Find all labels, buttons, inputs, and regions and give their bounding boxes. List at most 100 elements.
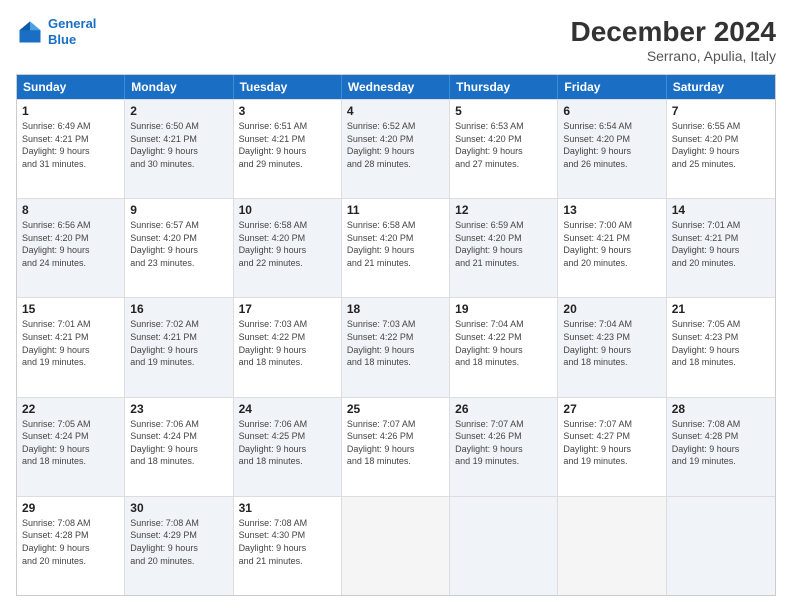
daylight-31b: and 21 minutes. xyxy=(239,555,336,568)
daylight-19: Daylight: 9 hours xyxy=(455,344,552,357)
calendar: Sunday Monday Tuesday Wednesday Thursday… xyxy=(16,74,776,596)
sunset-20: Sunset: 4:23 PM xyxy=(563,331,660,344)
sunrise-12: Sunrise: 6:59 AM xyxy=(455,219,552,232)
daylight-26b: and 19 minutes. xyxy=(455,455,552,468)
sunset-26: Sunset: 4:26 PM xyxy=(455,430,552,443)
header-monday: Monday xyxy=(125,75,233,99)
daylight-3b: and 29 minutes. xyxy=(239,158,336,171)
day-num: 6 xyxy=(563,104,660,118)
sunrise-31: Sunrise: 7:08 AM xyxy=(239,517,336,530)
cell-27: 27 Sunrise: 7:07 AM Sunset: 4:27 PM Dayl… xyxy=(558,398,666,496)
header-wednesday: Wednesday xyxy=(342,75,450,99)
sunset-16: Sunset: 4:21 PM xyxy=(130,331,227,344)
calendar-header: Sunday Monday Tuesday Wednesday Thursday… xyxy=(17,75,775,99)
cell-9: 9 Sunrise: 6:57 AM Sunset: 4:20 PM Dayli… xyxy=(125,199,233,297)
cell-8: 8 Sunrise: 6:56 AM Sunset: 4:20 PM Dayli… xyxy=(17,199,125,297)
daylight-9: Daylight: 9 hours xyxy=(130,244,227,257)
day-num: 14 xyxy=(672,203,770,217)
logo: General Blue xyxy=(16,16,96,47)
daylight-2b: and 30 minutes. xyxy=(130,158,227,171)
daylight-14b: and 20 minutes. xyxy=(672,257,770,270)
daylight-22: Daylight: 9 hours xyxy=(22,443,119,456)
cell-31: 31 Sunrise: 7:08 AM Sunset: 4:30 PM Dayl… xyxy=(234,497,342,595)
sunset-18: Sunset: 4:22 PM xyxy=(347,331,444,344)
sunset-19: Sunset: 4:22 PM xyxy=(455,331,552,344)
calendar-body: 1 Sunrise: 6:49 AM Sunset: 4:21 PM Dayli… xyxy=(17,99,775,595)
daylight-15: Daylight: 9 hours xyxy=(22,344,119,357)
sunrise-8: Sunrise: 6:56 AM xyxy=(22,219,119,232)
sunset-23: Sunset: 4:24 PM xyxy=(130,430,227,443)
cell-11: 11 Sunrise: 6:58 AM Sunset: 4:20 PM Dayl… xyxy=(342,199,450,297)
cell-3: 3 Sunrise: 6:51 AM Sunset: 4:21 PM Dayli… xyxy=(234,100,342,198)
daylight-31: Daylight: 9 hours xyxy=(239,542,336,555)
day-num: 25 xyxy=(347,402,444,416)
day-num: 4 xyxy=(347,104,444,118)
sunset-3: Sunset: 4:21 PM xyxy=(239,133,336,146)
cell-28: 28 Sunrise: 7:08 AM Sunset: 4:28 PM Dayl… xyxy=(667,398,775,496)
sunrise-25: Sunrise: 7:07 AM xyxy=(347,418,444,431)
logo-icon xyxy=(16,18,44,46)
sunset-31: Sunset: 4:30 PM xyxy=(239,529,336,542)
logo-blue: Blue xyxy=(48,32,76,47)
cell-empty-2 xyxy=(450,497,558,595)
sunset-30: Sunset: 4:29 PM xyxy=(130,529,227,542)
sunrise-24: Sunrise: 7:06 AM xyxy=(239,418,336,431)
sunrise-6: Sunrise: 6:54 AM xyxy=(563,120,660,133)
day-num: 22 xyxy=(22,402,119,416)
sunrise-28: Sunrise: 7:08 AM xyxy=(672,418,770,431)
header-friday: Friday xyxy=(558,75,666,99)
day-num: 12 xyxy=(455,203,552,217)
day-num: 28 xyxy=(672,402,770,416)
cell-22: 22 Sunrise: 7:05 AM Sunset: 4:24 PM Dayl… xyxy=(17,398,125,496)
sunset-10: Sunset: 4:20 PM xyxy=(239,232,336,245)
sunrise-17: Sunrise: 7:03 AM xyxy=(239,318,336,331)
daylight-1: Daylight: 9 hours xyxy=(22,145,119,158)
sunset-13: Sunset: 4:21 PM xyxy=(563,232,660,245)
daylight-29: Daylight: 9 hours xyxy=(22,542,119,555)
sunrise-14: Sunrise: 7:01 AM xyxy=(672,219,770,232)
sunrise-4: Sunrise: 6:52 AM xyxy=(347,120,444,133)
daylight-26: Daylight: 9 hours xyxy=(455,443,552,456)
week-3: 15 Sunrise: 7:01 AM Sunset: 4:21 PM Dayl… xyxy=(17,297,775,396)
cell-10: 10 Sunrise: 6:58 AM Sunset: 4:20 PM Dayl… xyxy=(234,199,342,297)
daylight-12: Daylight: 9 hours xyxy=(455,244,552,257)
sunset-12: Sunset: 4:20 PM xyxy=(455,232,552,245)
daylight-14: Daylight: 9 hours xyxy=(672,244,770,257)
week-2: 8 Sunrise: 6:56 AM Sunset: 4:20 PM Dayli… xyxy=(17,198,775,297)
day-num: 20 xyxy=(563,302,660,316)
cell-5: 5 Sunrise: 6:53 AM Sunset: 4:20 PM Dayli… xyxy=(450,100,558,198)
sunset-21: Sunset: 4:23 PM xyxy=(672,331,770,344)
daylight-20: Daylight: 9 hours xyxy=(563,344,660,357)
cell-25: 25 Sunrise: 7:07 AM Sunset: 4:26 PM Dayl… xyxy=(342,398,450,496)
daylight-13b: and 20 minutes. xyxy=(563,257,660,270)
daylight-10b: and 22 minutes. xyxy=(239,257,336,270)
sunset-24: Sunset: 4:25 PM xyxy=(239,430,336,443)
cell-19: 19 Sunrise: 7:04 AM Sunset: 4:22 PM Dayl… xyxy=(450,298,558,396)
subtitle: Serrano, Apulia, Italy xyxy=(571,48,776,64)
cell-empty-4 xyxy=(667,497,775,595)
sunset-15: Sunset: 4:21 PM xyxy=(22,331,119,344)
cell-23: 23 Sunrise: 7:06 AM Sunset: 4:24 PM Dayl… xyxy=(125,398,233,496)
day-num: 26 xyxy=(455,402,552,416)
sunset-22: Sunset: 4:24 PM xyxy=(22,430,119,443)
daylight-3: Daylight: 9 hours xyxy=(239,145,336,158)
sunset-9: Sunset: 4:20 PM xyxy=(130,232,227,245)
sunrise-1: Sunrise: 6:49 AM xyxy=(22,120,119,133)
sunrise-22: Sunrise: 7:05 AM xyxy=(22,418,119,431)
sunrise-7: Sunrise: 6:55 AM xyxy=(672,120,770,133)
day-num: 27 xyxy=(563,402,660,416)
daylight-28: Daylight: 9 hours xyxy=(672,443,770,456)
sunset-25: Sunset: 4:26 PM xyxy=(347,430,444,443)
daylight-5b: and 27 minutes. xyxy=(455,158,552,171)
cell-24: 24 Sunrise: 7:06 AM Sunset: 4:25 PM Dayl… xyxy=(234,398,342,496)
day-num: 19 xyxy=(455,302,552,316)
day-num: 24 xyxy=(239,402,336,416)
cell-4: 4 Sunrise: 6:52 AM Sunset: 4:20 PM Dayli… xyxy=(342,100,450,198)
cell-26: 26 Sunrise: 7:07 AM Sunset: 4:26 PM Dayl… xyxy=(450,398,558,496)
daylight-2: Daylight: 9 hours xyxy=(130,145,227,158)
week-5: 29 Sunrise: 7:08 AM Sunset: 4:28 PM Dayl… xyxy=(17,496,775,595)
sunset-7: Sunset: 4:20 PM xyxy=(672,133,770,146)
daylight-22b: and 18 minutes. xyxy=(22,455,119,468)
sunset-11: Sunset: 4:20 PM xyxy=(347,232,444,245)
day-num: 11 xyxy=(347,203,444,217)
